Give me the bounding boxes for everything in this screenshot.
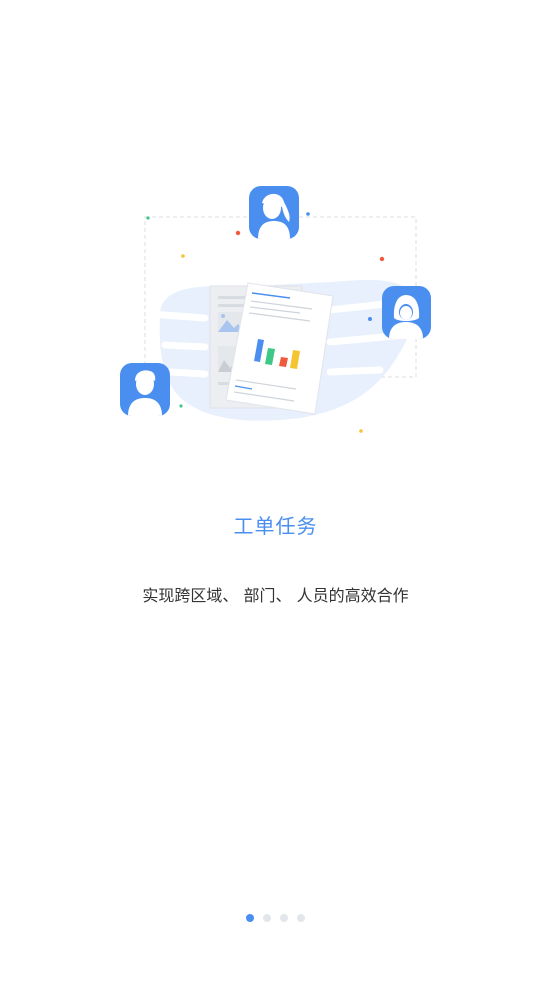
onboarding-subtitle: 实现跨区域、 部门、 人员的高效合作	[142, 586, 409, 605]
page-indicator-dot-2[interactable]	[263, 914, 271, 922]
man-avatar-icon	[120, 363, 170, 416]
page-indicator-dot-1[interactable]	[246, 914, 254, 922]
page-indicator-dot-3[interactable]	[280, 914, 288, 922]
onboarding-title: 工单任务	[233, 514, 318, 538]
onboarding-illustration	[120, 186, 431, 433]
page-indicator	[0, 914, 551, 922]
page-indicator-dot-4[interactable]	[297, 914, 305, 922]
woman-long-hair-avatar-icon	[382, 286, 431, 339]
woman-ponytail-avatar-icon	[249, 186, 299, 239]
